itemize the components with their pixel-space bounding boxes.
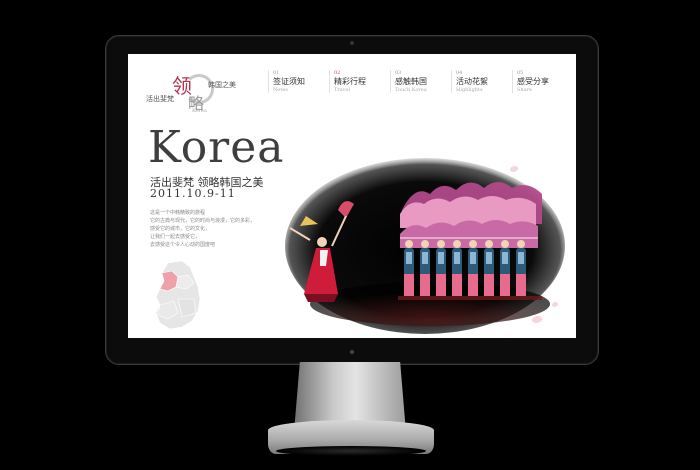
intro-line: 让我们一起去感受它， bbox=[150, 234, 201, 240]
main-navigation: 01 签证须知 Notes 02 精彩行程 Travel 03 感触韩国 Tou… bbox=[268, 70, 573, 93]
camera-icon bbox=[350, 41, 354, 45]
nav-item-sublabel: Travel bbox=[334, 87, 351, 93]
logo-tagline-left: 活出斐梵 bbox=[146, 95, 174, 103]
fan-row bbox=[400, 182, 542, 248]
nav-item-label: 签证须知 bbox=[273, 77, 305, 86]
nav-item-sublabel: Touch Korea bbox=[395, 87, 427, 93]
site-logo[interactable]: 领 略 韩国之美 活出斐梵 Korea bbox=[146, 66, 236, 116]
screen: 领 略 韩国之美 活出斐梵 Korea 01 签证须知 Notes 02 精彩行… bbox=[128, 54, 576, 338]
hero-date: 2011.10.9-11 bbox=[150, 187, 236, 200]
nav-item-label: 活动花絮 bbox=[456, 77, 488, 86]
logo-tagline-right: 韩国之美 bbox=[208, 81, 236, 89]
nav-item-sublabel: Highlights bbox=[456, 87, 483, 93]
intro-line: 这是一个中韩精致的旅程 bbox=[150, 210, 206, 216]
intro-line: 去感受这个令人心动的国度吧 bbox=[150, 242, 216, 248]
stand-shadow bbox=[276, 446, 426, 456]
nav-item-highlights[interactable]: 04 活动花絮 Highlights bbox=[451, 70, 512, 93]
nav-item-travel[interactable]: 02 精彩行程 Travel bbox=[329, 70, 390, 93]
nav-item-notes[interactable]: 01 签证须知 Notes bbox=[268, 70, 329, 93]
nav-item-sublabel: Share bbox=[517, 87, 532, 93]
hero-title: Korea bbox=[148, 122, 285, 173]
intro-line: 它的古典与现代，它的时尚与浪漫，它的多彩， bbox=[150, 218, 256, 224]
fan-dance-photo bbox=[285, 158, 565, 334]
nav-item-label: 精彩行程 bbox=[334, 77, 366, 86]
nav-item-share[interactable]: 05 感受分享 Share bbox=[512, 70, 573, 93]
nav-item-touch-korea[interactable]: 03 感触韩国 Touch Korea bbox=[390, 70, 451, 93]
nav-item-sublabel: Notes bbox=[273, 87, 288, 93]
logo-small-text: Korea bbox=[192, 108, 207, 114]
hero-intro: 这是一个中韩精致的旅程 它的古典与现代，它的时尚与浪漫，它的多彩， 感受它的城市… bbox=[150, 209, 255, 249]
brand-logo-icon bbox=[350, 350, 354, 354]
nav-item-label: 感受分享 bbox=[517, 77, 549, 86]
intro-line: 感受它的城市，它的文化， bbox=[150, 226, 211, 232]
monitor-frame: 领 略 韩国之美 活出斐梵 Korea 01 签证须知 Notes 02 精彩行… bbox=[105, 35, 599, 365]
nav-item-label: 感触韩国 bbox=[395, 77, 427, 86]
korea-map-icon[interactable] bbox=[148, 259, 210, 331]
